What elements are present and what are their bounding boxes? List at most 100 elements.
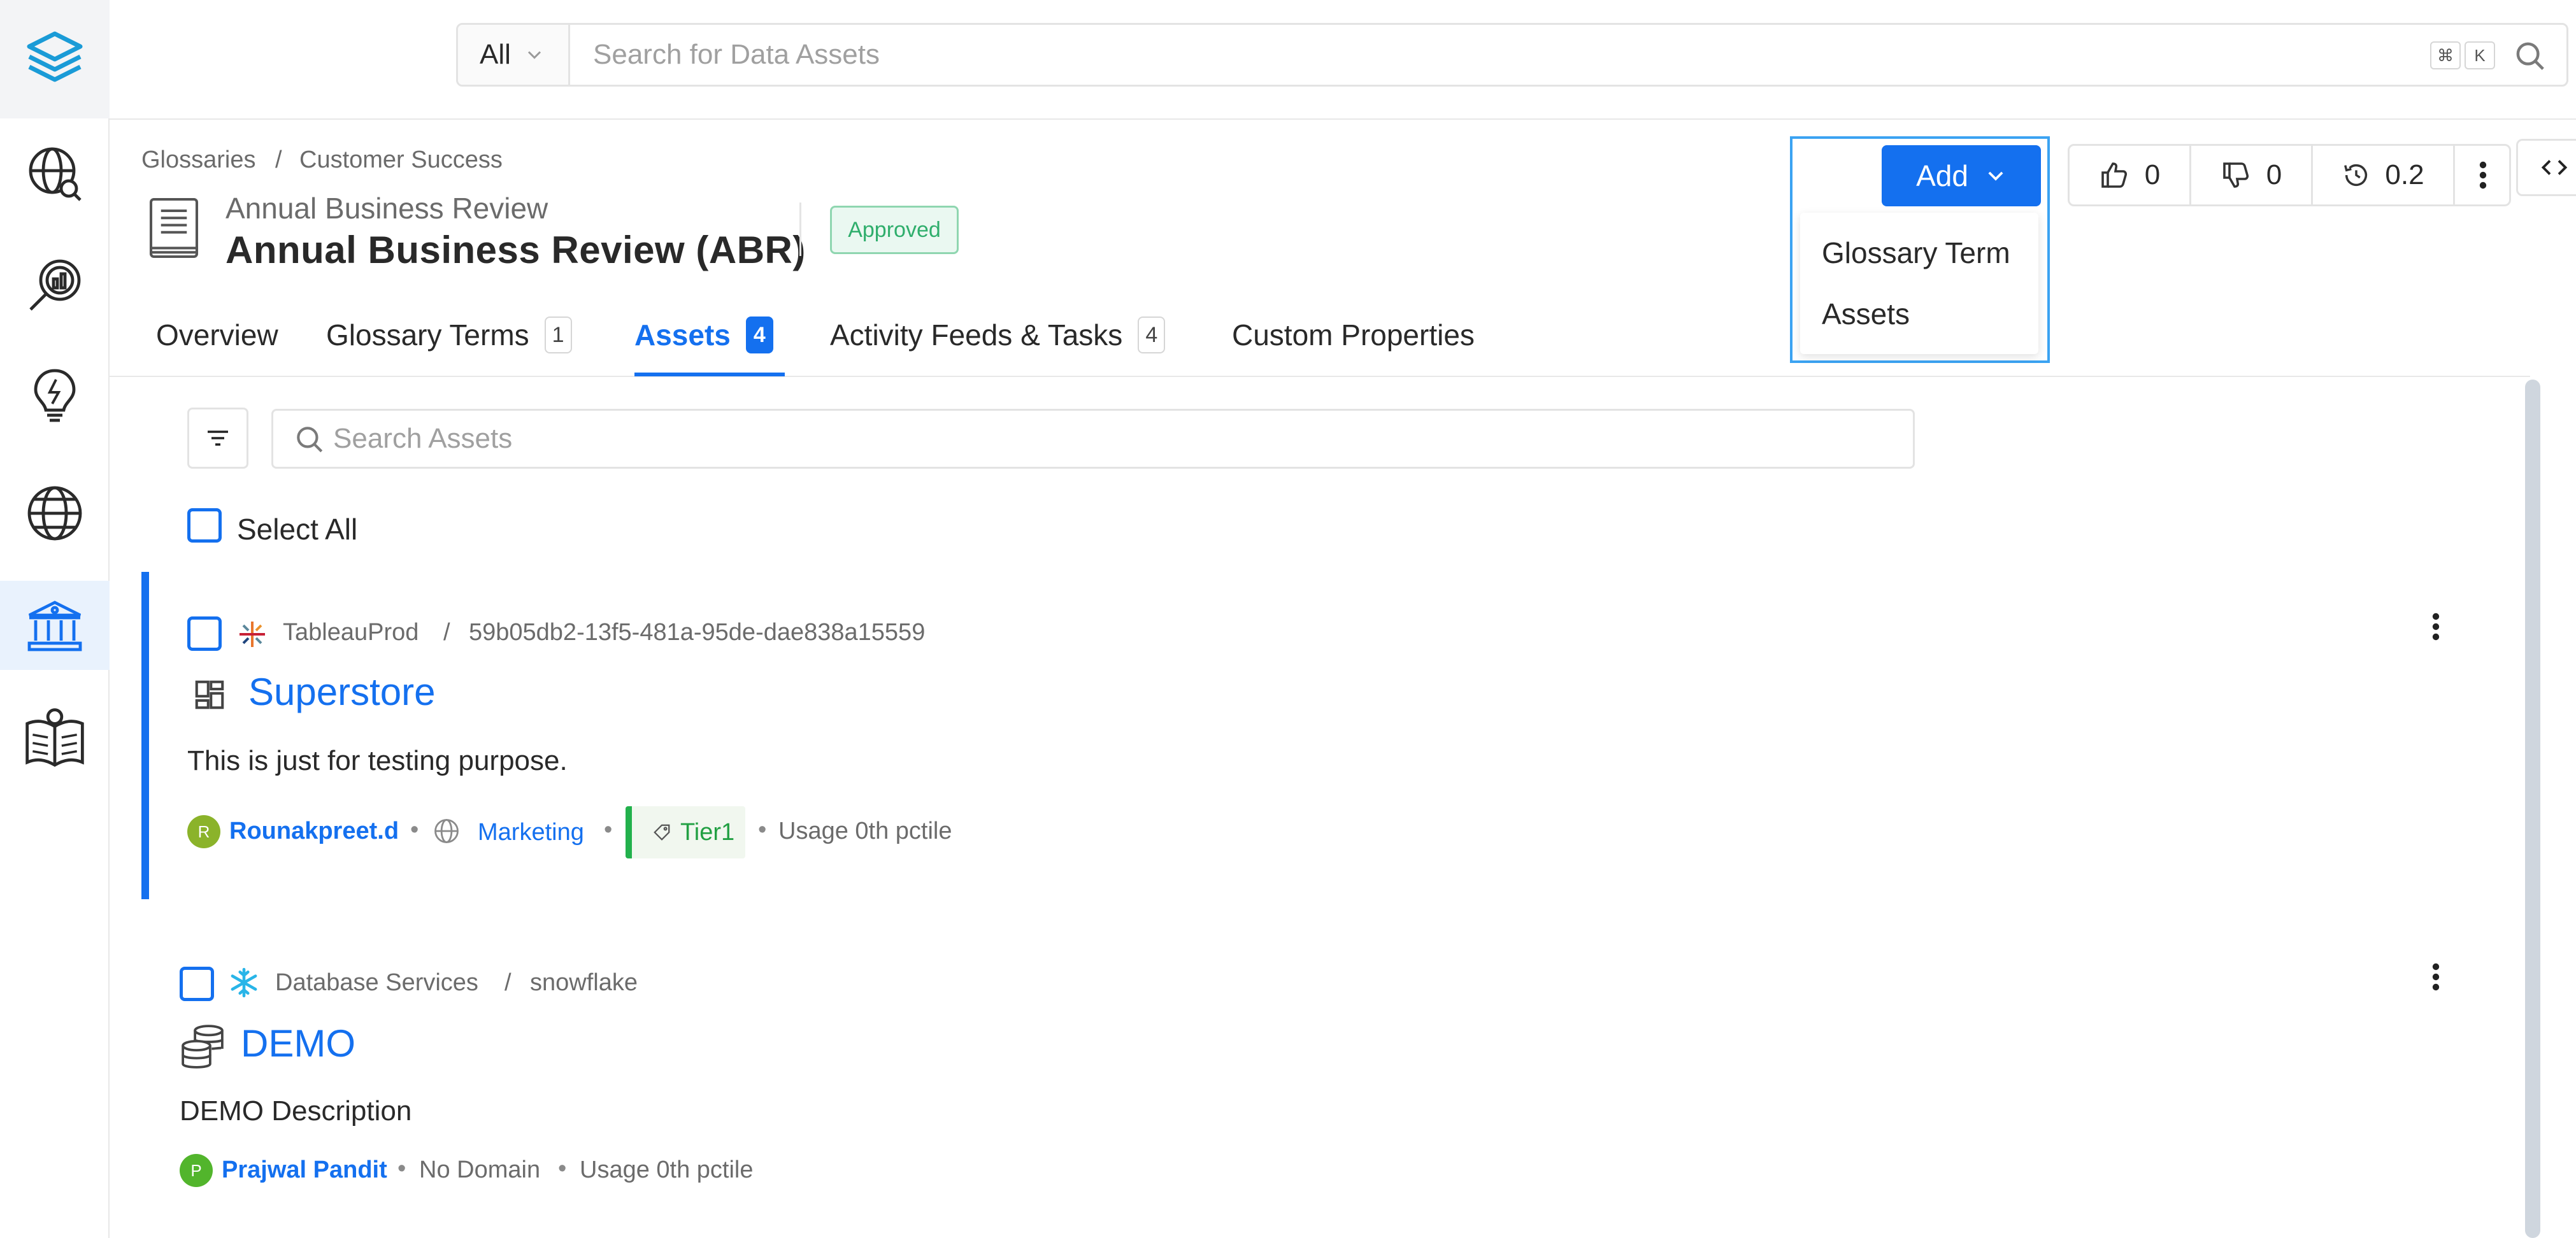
snowflake-icon (231, 967, 257, 998)
avatar: P (180, 1154, 213, 1187)
magnifier-chart-icon (29, 259, 81, 311)
asset-description: DEMO Description (180, 1095, 412, 1127)
history-icon (2344, 164, 2368, 187)
tab-count: 1 (544, 317, 572, 353)
layers-logo-icon (27, 31, 83, 82)
breadcrumb-item-customer-success[interactable]: Customer Success (299, 146, 503, 174)
more-options-button[interactable] (2455, 146, 2511, 204)
domain-text: No Domain (419, 1156, 541, 1183)
downvote-count: 0 (2266, 159, 2282, 190)
add-dropdown-menu: Glossary Term Assets (1800, 213, 2038, 354)
breadcrumb-separator: / (443, 619, 450, 646)
nav-knowledge[interactable] (0, 693, 110, 782)
shortcut-k-key: K (2465, 41, 2495, 69)
nav-domains[interactable] (0, 469, 110, 558)
asset-service[interactable]: TableauProd (283, 619, 419, 646)
separator-dot: • (397, 1155, 406, 1182)
tab-overview[interactable]: Overview (156, 310, 278, 360)
asset-description: This is just for testing purpose. (187, 745, 568, 776)
menu-item-glossary-term[interactable]: Glossary Term (1822, 236, 2010, 270)
bank-building-icon (27, 601, 82, 651)
filter-icon (208, 430, 228, 446)
breadcrumb-item-glossaries[interactable]: Glossaries (141, 146, 256, 174)
owner-link[interactable]: Prajwal Pandit (222, 1156, 387, 1184)
tier-label: Tier1 (680, 818, 735, 846)
entity-subtitle: Annual Business Review (225, 192, 548, 225)
search-input[interactable] (570, 25, 2417, 85)
dashboard-icon (195, 680, 224, 709)
asset-more-options[interactable] (2423, 601, 2449, 652)
kebab-menu-icon (2432, 613, 2440, 641)
owner-link[interactable]: Rounakpreet.d (229, 818, 399, 845)
tableau-icon (240, 622, 265, 647)
asset-service[interactable]: Database Services (275, 969, 478, 997)
separator-dot: • (558, 1155, 567, 1182)
asset-title-link[interactable]: Superstore (248, 670, 436, 714)
page-title: Annual Business Review (ABR) (225, 229, 806, 271)
search-icon (297, 427, 323, 453)
active-tab-indicator (634, 373, 785, 376)
tab-custom-properties[interactable]: Custom Properties (1232, 310, 1475, 360)
code-view-button[interactable] (2516, 139, 2576, 196)
select-all-checkbox[interactable] (187, 508, 222, 543)
breadcrumb-separator: / (504, 969, 512, 996)
upvote-count: 0 (2144, 159, 2161, 190)
separator-dot: • (604, 816, 613, 843)
tab-activity-feeds[interactable]: Activity Feeds & Tasks 4 (830, 310, 1166, 360)
asset-checkbox[interactable] (187, 616, 222, 651)
search-scope-select[interactable]: All (458, 25, 570, 85)
domain-link[interactable]: Marketing (478, 819, 584, 846)
tab-count: 4 (1138, 317, 1166, 353)
app-logo[interactable] (0, 0, 110, 118)
filter-button[interactable] (187, 408, 248, 469)
nav-insights[interactable] (0, 352, 110, 441)
nav-governance[interactable] (0, 581, 110, 670)
scrollbar-thumb[interactable] (2525, 380, 2540, 1238)
tier-tag[interactable]: Tier1 (626, 806, 745, 858)
nav-explore[interactable] (0, 129, 110, 218)
selected-card-indicator (141, 572, 149, 899)
code-brackets-icon (2541, 160, 2568, 175)
asset-path[interactable]: 59b05db2-13f5-481a-95de-dae838a15559 (469, 619, 925, 646)
open-book-bulb-icon (25, 708, 84, 767)
usage-text: Usage 0th pctile (778, 818, 952, 844)
vote-group: 0 0 0.2 (2068, 144, 2511, 206)
globe-icon (27, 486, 82, 541)
downvote-button[interactable]: 0 (2191, 146, 2311, 204)
search-icon[interactable] (2513, 39, 2547, 73)
asset-search-input[interactable] (333, 411, 1862, 467)
select-all-label: Select All (237, 513, 358, 546)
glossary-book-icon (149, 197, 199, 259)
kebab-menu-icon (2479, 161, 2487, 189)
version-history-button[interactable]: 0.2 (2313, 146, 2453, 204)
asset-more-options[interactable] (2423, 951, 2449, 1002)
asset-checkbox[interactable] (180, 967, 214, 1001)
search-scope-value: All (480, 39, 511, 70)
nav-data-quality[interactable] (0, 241, 110, 330)
tab-assets[interactable]: Assets 4 (634, 310, 773, 360)
tabs-divider (110, 376, 2530, 377)
separator-dot: • (410, 816, 419, 843)
menu-item-assets[interactable]: Assets (1822, 297, 1910, 331)
asset-title-link[interactable]: DEMO (241, 1021, 355, 1065)
header-divider (799, 203, 801, 256)
separator-dot: • (758, 816, 767, 843)
globe-search-icon (29, 147, 82, 201)
kebab-menu-icon (2432, 963, 2440, 991)
upvote-button[interactable]: 0 (2070, 146, 2189, 204)
tab-glossary-terms[interactable]: Glossary Terms 1 (326, 310, 572, 360)
asset-path[interactable]: snowflake (530, 969, 638, 997)
shortcut-cmd-key: ⌘ (2430, 41, 2461, 69)
left-sidebar (0, 0, 110, 1238)
usage-text: Usage 0th pctile (580, 1156, 754, 1183)
lightbulb-icon (34, 369, 76, 422)
chevron-down-icon (527, 51, 541, 59)
global-search: All ⌘ K (456, 23, 2568, 87)
top-bar: All ⌘ K (110, 0, 2576, 120)
thumbs-up-icon (2101, 162, 2127, 188)
add-button[interactable]: Add (1882, 145, 2041, 206)
thumbs-down-icon (2222, 162, 2249, 188)
database-icon (182, 1025, 224, 1069)
avatar: R (187, 815, 220, 848)
asset-search-box (271, 409, 1915, 469)
